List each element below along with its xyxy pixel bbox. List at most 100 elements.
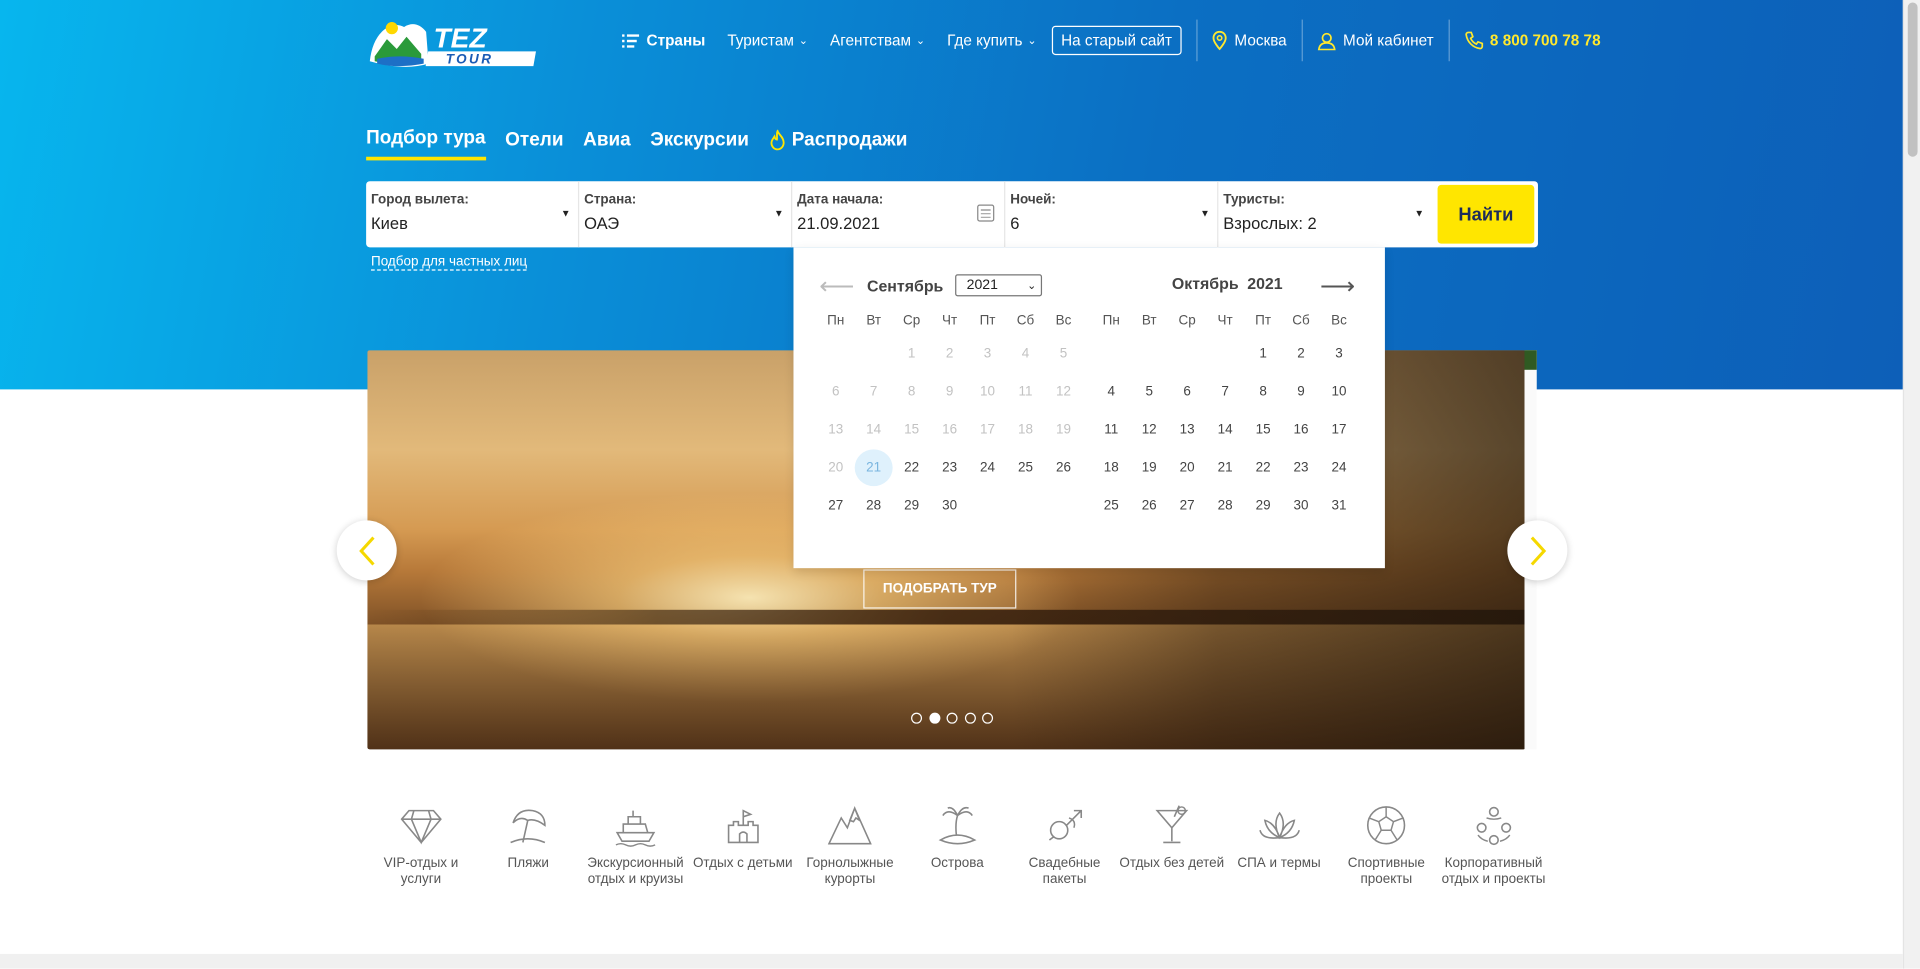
calendar-day[interactable]: 12 xyxy=(1130,418,1168,442)
calendar-day[interactable]: 29 xyxy=(1244,493,1282,517)
calendar-day[interactable]: 25 xyxy=(1007,456,1045,480)
calendar-day[interactable]: 7 xyxy=(1206,380,1244,404)
year-select[interactable]: 2021 ⌄ xyxy=(955,274,1043,297)
tez-tour-logo[interactable]: TEZ TOUR xyxy=(367,15,545,69)
slider-dot[interactable] xyxy=(911,712,923,724)
category-label: Пляжи xyxy=(507,855,549,871)
tab-hotels[interactable]: Отели xyxy=(505,127,563,160)
calendar-day[interactable]: 22 xyxy=(893,456,931,480)
calendar-day-disabled: 19 xyxy=(1055,422,1071,438)
slider-dot[interactable] xyxy=(964,712,976,724)
calendar-day[interactable]: 24 xyxy=(1320,456,1358,480)
nav-countries[interactable]: Страны xyxy=(622,32,705,49)
tab-sales[interactable]: Распродажи xyxy=(769,127,907,160)
tab-excursions[interactable]: Экскурсии xyxy=(650,127,749,160)
old-site-button[interactable]: На старый сайт xyxy=(1051,25,1182,56)
category-sandcastle[interactable]: Отдых с детьми xyxy=(689,803,796,886)
calendar-day[interactable]: 14 xyxy=(1206,418,1244,442)
weekday-label: Вт xyxy=(866,313,882,329)
calendar-day[interactable]: 27 xyxy=(1168,493,1206,517)
calendar-day[interactable]: 23 xyxy=(931,456,969,480)
calendar-day[interactable]: 1 xyxy=(1244,342,1282,366)
slider-dot-active[interactable] xyxy=(928,712,940,724)
calendar-day[interactable]: 9 xyxy=(1282,380,1320,404)
right-month-header: Октябрь 2021 xyxy=(1172,274,1283,292)
category-wedding[interactable]: Свадебные пакеты xyxy=(1011,803,1118,886)
calendar-day[interactable]: 17 xyxy=(1320,418,1358,442)
calendar-day[interactable]: 16 xyxy=(1282,418,1320,442)
calendar-day[interactable]: 27 xyxy=(817,493,855,517)
calendar-day[interactable]: 11 xyxy=(1092,418,1130,442)
calendar-week: 11 12 13 14 15 16 17 xyxy=(1092,418,1359,442)
private-search-link[interactable]: Подбор для частных лиц xyxy=(371,255,528,271)
category-cruise-ship[interactable]: Экскурсионный отдых и круизы xyxy=(582,803,689,886)
page-scrollbar[interactable] xyxy=(1902,0,1920,969)
tourists-select[interactable]: Туристы: Взрослых: 2 ▼ xyxy=(1218,181,1431,247)
start-date-field[interactable]: Дата начала: 21.09.2021 xyxy=(792,181,1006,248)
category-ball[interactable]: Спортивные проекты xyxy=(1333,803,1440,886)
calendar-day[interactable]: 23 xyxy=(1282,456,1320,480)
category-diamond[interactable]: VIP-отдых и услуги xyxy=(367,803,474,886)
calendar-day[interactable]: 5 xyxy=(1130,380,1168,404)
calendar-day[interactable]: 25 xyxy=(1092,493,1130,517)
next-month-arrow-icon[interactable]: ⟶ xyxy=(1320,274,1355,298)
calendar-day[interactable]: 22 xyxy=(1244,456,1282,480)
cabinet-link[interactable]: Мой кабинет xyxy=(1317,31,1434,50)
scrollbar-thumb[interactable] xyxy=(1907,2,1918,157)
calendar-day-selected[interactable]: 21 xyxy=(854,449,893,487)
category-lotus[interactable]: СПА и термы xyxy=(1225,803,1332,886)
phone-link[interactable]: 8 800 700 78 78 xyxy=(1464,31,1601,51)
chevron-left-icon xyxy=(358,535,374,565)
nights-select[interactable]: Ночей: 6 ▼ xyxy=(1005,181,1219,248)
calendar-day[interactable]: 30 xyxy=(931,493,969,517)
calendar-day-disabled: 4 xyxy=(1021,346,1030,362)
calendar-day[interactable]: 31 xyxy=(1320,493,1358,517)
calendar-day[interactable]: 21 xyxy=(1206,456,1244,480)
calendar-day[interactable]: 18 xyxy=(1092,456,1130,480)
calendar-icon[interactable] xyxy=(977,204,995,222)
category-label: Отдых с детьми xyxy=(692,855,793,871)
pick-tour-button[interactable]: ПОДОБРАТЬ ТУР xyxy=(863,569,1017,609)
tab-avia[interactable]: Авиа xyxy=(583,127,631,160)
find-button[interactable]: Найти xyxy=(1437,184,1535,244)
calendar-day[interactable]: 6 xyxy=(1168,380,1206,404)
slider-next-button[interactable] xyxy=(1507,520,1568,581)
calendar-day[interactable]: 13 xyxy=(1168,418,1206,442)
calendar-day[interactable]: 26 xyxy=(1044,456,1082,480)
category-cocktail[interactable]: Отдых без детей xyxy=(1118,803,1225,886)
calendar-day[interactable]: 20 xyxy=(1168,456,1206,480)
calendar-day[interactable]: 28 xyxy=(1206,493,1244,517)
tourists-label: Туристы: xyxy=(1223,192,1285,207)
year-select-value: 2021 xyxy=(966,277,998,293)
calendar-day[interactable]: 4 xyxy=(1092,380,1130,404)
nav-agencies[interactable]: Агентствам ⌄ xyxy=(830,32,925,49)
category-beach-umbrella[interactable]: Пляжи xyxy=(475,803,582,886)
calendar-day[interactable]: 19 xyxy=(1130,456,1168,480)
nav-where-buy[interactable]: Где купить ⌄ xyxy=(947,32,1036,49)
calendar-day[interactable]: 3 xyxy=(1320,342,1358,366)
city-selector[interactable]: Москва xyxy=(1212,30,1287,51)
calendar-empty-cell xyxy=(1130,342,1168,366)
category-team[interactable]: Корпоративный отдых и проекты xyxy=(1440,803,1547,886)
calendar-day[interactable]: 15 xyxy=(1244,418,1282,442)
tab-tour-search[interactable]: Подбор тура xyxy=(366,127,486,161)
slider-dot[interactable] xyxy=(982,712,994,724)
calendar-day[interactable]: 24 xyxy=(969,456,1007,480)
departure-city-select[interactable]: Город вылета: Киев ▼ xyxy=(366,181,580,248)
slider-prev-button[interactable] xyxy=(336,520,397,581)
prev-month-arrow-icon[interactable]: ⟵ xyxy=(819,274,854,298)
calendar-day[interactable]: 8 xyxy=(1244,380,1282,404)
departure-city-label: Город вылета: xyxy=(371,192,469,207)
category-mountains[interactable]: Горнолыжные курорты xyxy=(796,803,903,886)
calendar-day[interactable]: 10 xyxy=(1320,380,1358,404)
calendar-day[interactable]: 29 xyxy=(893,493,931,517)
location-pin-icon xyxy=(1212,30,1227,51)
nav-tourists[interactable]: Туристам ⌄ xyxy=(727,32,808,49)
calendar-day[interactable]: 2 xyxy=(1282,342,1320,366)
calendar-day[interactable]: 28 xyxy=(855,493,893,517)
category-palm-island[interactable]: Острова xyxy=(904,803,1011,886)
calendar-day[interactable]: 30 xyxy=(1282,493,1320,517)
calendar-day[interactable]: 26 xyxy=(1130,493,1168,517)
slider-dot[interactable] xyxy=(946,712,958,724)
country-select[interactable]: Страна: ОАЭ ▼ xyxy=(579,181,793,248)
